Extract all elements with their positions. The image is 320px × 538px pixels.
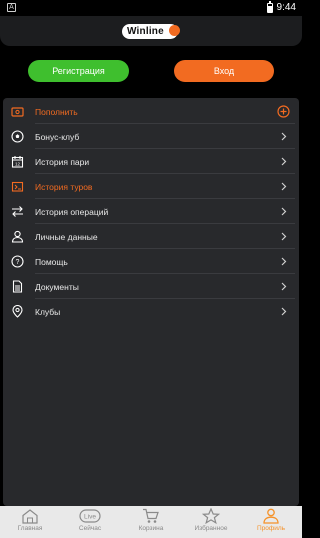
help-icon: ? [11,255,24,268]
home-icon [22,509,38,524]
menu-item-label: История операций [35,206,109,217]
transfer-arrows-icon [12,206,23,217]
battery-icon [266,0,273,13]
tab-live[interactable]: Live Сейчас [60,508,120,538]
club-icon [12,305,23,318]
status-right: 9:44 [266,0,296,13]
svg-text:?: ? [16,259,20,266]
menu-item-label: Клубы [35,306,61,317]
menu-item-documents[interactable]: Документы [3,274,299,299]
status-time: 9:44 [276,2,296,13]
tab-label: Главная [17,525,43,532]
menu-item-label: Помощь [35,256,68,267]
bottom-tab-bar: Главная Live Сейчас Корзина Избранное Пр… [0,506,302,538]
chevron-right-icon [281,307,287,316]
menu-item-tour-history[interactable]: История туров [3,174,299,199]
wallet-icon [11,107,24,117]
soccer-ball-icon [11,130,24,143]
menu-item-deposit[interactable]: Пополнить [3,99,299,124]
document-icon [12,280,23,293]
menu-item-bonus-club[interactable]: Бонус-клуб [3,124,299,149]
status-bar: A 9:44 [0,0,302,16]
chevron-right-icon [281,282,287,291]
winline-logo: Winline [122,23,182,40]
menu-item-label: Пополнить [35,106,78,117]
status-indicator: A [7,3,16,12]
cart-icon [143,508,159,523]
menu-item-label: Бонус-клуб [35,131,80,142]
menu-item-label: История пари [35,156,90,167]
tab-favorites[interactable]: Избранное [181,508,241,538]
tab-label: Корзина [138,525,164,532]
menu-item-help[interactable]: ? Помощь [3,249,299,274]
login-button[interactable]: Вход [174,60,274,82]
chevron-right-icon [281,182,287,191]
chevron-right-icon [281,132,287,141]
star-icon [202,508,220,524]
chevron-right-icon [281,257,287,266]
menu-item-operation-history[interactable]: История операций [3,199,299,224]
app-header: Winline [0,16,302,46]
tab-cart[interactable]: Корзина [121,508,181,538]
menu-item-label: Личные данные [35,231,98,242]
plus-circle-icon[interactable] [277,105,290,118]
live-icon: Live [79,509,101,523]
register-button[interactable]: Регистрация [28,60,129,82]
tab-label: Профиль [256,525,286,532]
menu-item-label: История туров [35,181,93,192]
menu-item-clubs[interactable]: Клубы [3,299,299,324]
svg-text:12: 12 [15,162,21,167]
tab-home[interactable]: Главная [0,508,60,538]
tab-profile[interactable]: Профиль [241,508,301,538]
tab-label: Избранное [194,525,228,532]
chevron-right-icon [281,207,287,216]
auth-buttons: Регистрация Вход [0,60,302,82]
tab-label: Сейчас [78,525,102,532]
chevron-right-icon [281,232,287,241]
tours-icon [11,181,24,192]
profile-menu: Пополнить Бонус-клуб 12 История пари Ист… [3,98,299,506]
menu-item-personal-data[interactable]: Личные данные [3,224,299,249]
live-badge-text: Live [84,514,96,521]
calendar-icon: 12 [11,156,24,168]
menu-item-bet-history[interactable]: 12 История пари [3,149,299,174]
chevron-right-icon [281,157,287,166]
profile-icon [263,508,279,524]
user-icon [11,230,24,243]
menu-item-label: Документы [35,281,79,292]
logo-ball-icon [169,25,180,36]
